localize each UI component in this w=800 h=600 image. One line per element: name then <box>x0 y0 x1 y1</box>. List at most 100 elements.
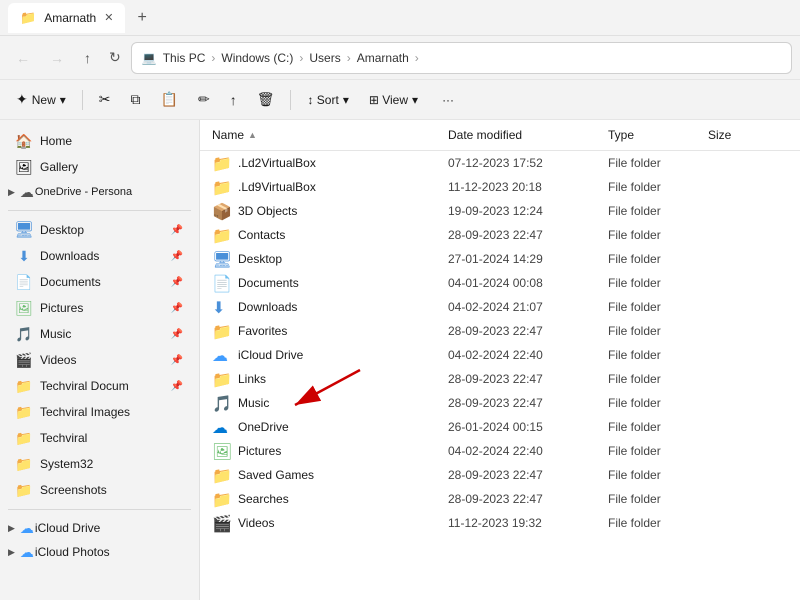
sidebar-pictures-label: Pictures <box>40 301 163 315</box>
cut-button[interactable]: ✂ <box>91 86 119 113</box>
sidebar-downloads-label: Downloads <box>40 249 163 263</box>
techviral-docum-icon: 📁 <box>16 378 32 394</box>
table-row[interactable]: 📁 Links 28-09-2023 22:47 File folder <box>200 367 800 391</box>
table-row[interactable]: 📁 Favorites 28-09-2023 22:47 File folder <box>200 319 800 343</box>
forward-button[interactable]: → <box>42 44 72 72</box>
file-type-text: File folder <box>608 324 708 338</box>
toolbar-separator-1 <box>82 90 83 110</box>
table-row[interactable]: 🎬 Videos 11-12-2023 19:32 File folder <box>200 511 800 535</box>
table-row[interactable]: ⬇ Downloads 04-02-2024 21:07 File folder <box>200 295 800 319</box>
new-chevron: ▾ <box>60 93 66 107</box>
address-bar[interactable]: 💻 This PC › Windows (C:) › Users › Amarn… <box>131 42 792 74</box>
main-area: 🏠 Home 🖼 Gallery ▶ ☁ OneDrive - Persona … <box>0 120 800 600</box>
file-date-text: 07-12-2023 17:52 <box>448 156 608 170</box>
tab-folder-icon: 📁 <box>20 10 36 26</box>
file-type-icon: 📁 <box>212 322 230 340</box>
more-button[interactable]: ··· <box>434 88 462 112</box>
techviral-icon: 📁 <box>16 430 32 446</box>
table-row[interactable]: 📁 Contacts 28-09-2023 22:47 File folder <box>200 223 800 247</box>
rename-icon: ✏ <box>198 91 210 108</box>
sidebar-item-videos[interactable]: 🎬 Videos 📌 <box>4 347 195 373</box>
more-icon: ··· <box>442 93 454 107</box>
icloud-drive-icon: ☁ <box>19 520 35 536</box>
sort-chevron: ▾ <box>343 93 349 107</box>
file-type-icon: 📁 <box>212 226 230 244</box>
sidebar-item-gallery[interactable]: 🖼 Gallery <box>4 154 195 180</box>
col-type-header[interactable]: Type <box>608 124 708 146</box>
screenshots-icon: 📁 <box>16 482 32 498</box>
sidebar-item-home[interactable]: 🏠 Home <box>4 128 195 154</box>
sidebar-screenshots-label: Screenshots <box>40 483 183 497</box>
file-type-text: File folder <box>608 276 708 290</box>
table-row[interactable]: ☁ iCloud Drive 04-02-2024 22:40 File fol… <box>200 343 800 367</box>
sidebar-item-pictures[interactable]: 🖼 Pictures 📌 <box>4 295 195 321</box>
file-date-text: 28-09-2023 22:47 <box>448 492 608 506</box>
tab-close-button[interactable]: ✕ <box>104 11 113 24</box>
file-name-text: Pictures <box>238 444 281 458</box>
refresh-button[interactable]: ↻ <box>103 43 127 72</box>
sidebar-system32-label: System32 <box>40 457 183 471</box>
sidebar-item-music[interactable]: 🎵 Music 📌 <box>4 321 195 347</box>
rename-button[interactable]: ✏ <box>190 86 218 113</box>
table-row[interactable]: 📦 3D Objects 19-09-2023 12:24 File folde… <box>200 199 800 223</box>
share-button[interactable]: ↑ <box>222 87 245 113</box>
col-date-header[interactable]: Date modified <box>448 124 608 146</box>
file-date-text: 28-09-2023 22:47 <box>448 468 608 482</box>
sidebar-icloud-photos-header[interactable]: ▶ ☁ iCloud Photos <box>0 540 199 564</box>
table-row[interactable]: 📁 Searches 28-09-2023 22:47 File folder <box>200 487 800 511</box>
col-size-header[interactable]: Size <box>708 124 788 146</box>
sidebar-item-desktop[interactable]: 🖥 Desktop 📌 <box>4 217 195 243</box>
sidebar-item-downloads[interactable]: ⬇ Downloads 📌 <box>4 243 195 269</box>
table-row[interactable]: 📁 .Ld2VirtualBox 07-12-2023 17:52 File f… <box>200 151 800 175</box>
view-label: ⊞ View <box>369 93 408 107</box>
copy-icon: ⧉ <box>131 91 141 108</box>
file-date-text: 28-09-2023 22:47 <box>448 396 608 410</box>
sidebar-item-techviral[interactable]: 📁 Techviral <box>4 425 195 451</box>
sort-button[interactable]: ↕ Sort ▾ <box>299 88 356 112</box>
table-row[interactable]: 🎵 Music 28-09-2023 22:47 File folder <box>200 391 800 415</box>
sidebar-onedrive-header[interactable]: ▶ ☁ OneDrive - Persona <box>0 180 199 204</box>
sidebar-item-documents[interactable]: 📄 Documents 📌 <box>4 269 195 295</box>
file-name-text: Searches <box>238 492 289 506</box>
sidebar-icloud-photos-label: iCloud Photos <box>35 545 191 559</box>
sidebar-desktop-label: Desktop <box>40 223 163 237</box>
file-name-text: .Ld2VirtualBox <box>238 156 316 170</box>
sidebar-item-system32[interactable]: 📁 System32 <box>4 451 195 477</box>
new-tab-button[interactable]: + <box>129 5 154 31</box>
titlebar: 📁 Amarnath ✕ + <box>0 0 800 36</box>
up-button[interactable]: ↑ <box>76 44 99 72</box>
table-row[interactable]: 📁 .Ld9VirtualBox 11-12-2023 20:18 File f… <box>200 175 800 199</box>
navbar: ← → ↑ ↻ 💻 This PC › Windows (C:) › Users… <box>0 36 800 80</box>
sidebar-item-techviral-docum[interactable]: 📁 Techviral Docum 📌 <box>4 373 195 399</box>
file-name-text: Saved Games <box>238 468 314 482</box>
table-row[interactable]: 🖼 Pictures 04-02-2024 22:40 File folder <box>200 439 800 463</box>
new-button[interactable]: ✦ New ▾ <box>8 86 74 113</box>
name-sort-arrow: ▲ <box>248 130 257 140</box>
view-button[interactable]: ⊞ View ▾ <box>361 88 426 112</box>
pictures-pin-icon: 📌 <box>171 303 183 314</box>
paste-button[interactable]: 📋 <box>153 86 186 113</box>
sidebar-item-screenshots[interactable]: 📁 Screenshots <box>4 477 195 503</box>
table-row[interactable]: 📁 Saved Games 28-09-2023 22:47 File fold… <box>200 463 800 487</box>
sidebar-item-techviral-images[interactable]: 📁 Techviral Images <box>4 399 195 425</box>
icloud-photos-expand-icon: ▶ <box>8 547 15 558</box>
file-type-text: File folder <box>608 180 708 194</box>
file-type-text: File folder <box>608 300 708 314</box>
active-tab[interactable]: 📁 Amarnath ✕ <box>8 3 125 33</box>
icloud-photos-icon: ☁ <box>19 544 35 560</box>
sidebar-icloud-header[interactable]: ▶ ☁ iCloud Drive <box>0 516 199 540</box>
table-row[interactable]: 📄 Documents 04-01-2024 00:08 File folder <box>200 271 800 295</box>
table-row[interactable]: 🖥 Desktop 27-01-2024 14:29 File folder <box>200 247 800 271</box>
sidebar-videos-label: Videos <box>40 353 163 367</box>
copy-button[interactable]: ⧉ <box>123 86 149 113</box>
desktop-icon: 🖥 <box>16 222 32 238</box>
col-name-header[interactable]: Name ▲ <box>212 124 448 146</box>
toolbar: ✦ New ▾ ✂ ⧉ 📋 ✏ ↑ 🗑 ↕ Sort ▾ ⊞ View ▾ ··… <box>0 80 800 120</box>
file-type-text: File folder <box>608 468 708 482</box>
delete-button[interactable]: 🗑 <box>249 86 283 113</box>
sidebar-gallery-label: Gallery <box>40 160 183 174</box>
documents-icon: 📄 <box>16 274 32 290</box>
table-row[interactable]: ☁ OneDrive 26-01-2024 00:15 File folder <box>200 415 800 439</box>
back-button[interactable]: ← <box>8 44 38 72</box>
paste-icon: 📋 <box>161 91 178 108</box>
